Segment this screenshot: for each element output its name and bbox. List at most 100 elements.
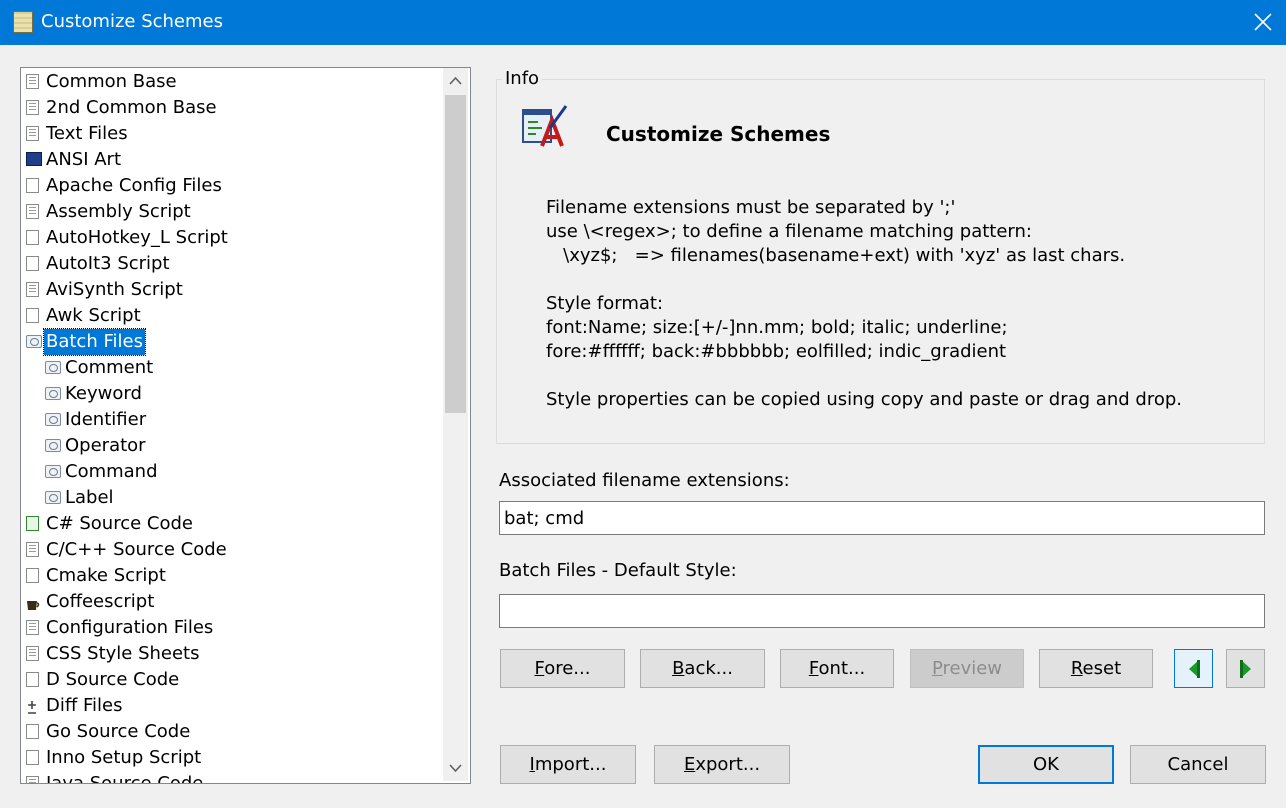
- scheme-tree[interactable]: Common Base 2nd Common Base Text Files ANSI…: [20, 67, 471, 784]
- tree-item-label: Apache Config Files: [46, 175, 222, 196]
- tree-item-label: CSS Style Sheets: [46, 643, 200, 664]
- tree-item[interactable]: Comment: [21, 355, 441, 381]
- tree-item-label: Go Source Code: [46, 721, 191, 742]
- document-lines-icon: [26, 282, 39, 297]
- tree-item-label: Keyword: [65, 383, 142, 404]
- tree-item[interactable]: Go Source Code: [21, 719, 441, 745]
- chevron-up-icon: [449, 76, 462, 85]
- tree-item[interactable]: Inno Setup Script: [21, 745, 441, 771]
- scroll-up-button[interactable]: [443, 70, 468, 94]
- back-button[interactable]: Back...: [640, 649, 765, 688]
- tree-item[interactable]: Label: [21, 485, 441, 511]
- tree-item-label: Coffeescript: [46, 591, 155, 612]
- extensions-input[interactable]: bat; cmd: [499, 501, 1265, 535]
- style-icon: [45, 361, 61, 374]
- tree-item[interactable]: CSS Style Sheets: [21, 641, 441, 667]
- document-icon: [26, 724, 39, 739]
- tree-item-label: ANSI Art: [46, 149, 122, 170]
- tree-item[interactable]: Common Base: [21, 69, 441, 95]
- tree-item-label: Java Source Code: [46, 773, 204, 784]
- style-label: Batch Files - Default Style:: [499, 560, 737, 581]
- document-lines-icon: [26, 542, 39, 557]
- tree-item[interactable]: AviSynth Script: [21, 277, 441, 303]
- info-line: \xyz$; => filenames(basename+ext) with '…: [546, 245, 1126, 266]
- document-icon: [26, 178, 39, 193]
- document-icon: [26, 750, 39, 765]
- scroll-down-button[interactable]: [443, 758, 468, 782]
- tree-item[interactable]: C/C++ Source Code: [21, 537, 441, 563]
- tree-item[interactable]: Apache Config Files: [21, 173, 441, 199]
- tree-item-label: Inno Setup Script: [46, 747, 202, 768]
- info-line: Filename extensions must be separated by…: [546, 197, 956, 218]
- tree-item[interactable]: C# Source Code: [21, 511, 441, 537]
- tree-item[interactable]: D Source Code: [21, 667, 441, 693]
- tree-item-label: C/C++ Source Code: [46, 539, 227, 560]
- tree-item-label: Comment: [65, 357, 154, 378]
- extensions-label: Associated filename extensions:: [499, 470, 790, 491]
- tree-item-label: Command: [65, 461, 158, 482]
- title-bar: Customize Schemes: [0, 0, 1286, 45]
- document-asm-icon: [26, 204, 39, 219]
- tree-item-label: AviSynth Script: [46, 279, 183, 300]
- next-style-button[interactable]: [1226, 649, 1265, 688]
- preview-button[interactable]: Preview: [910, 649, 1024, 688]
- tree-item-label: Configuration Files: [46, 617, 214, 638]
- tree-item[interactable]: Text Files: [21, 121, 441, 147]
- style-icon: [45, 439, 61, 452]
- info-line: font:Name; size:[+/-]nn.mm; bold; italic…: [546, 317, 1008, 338]
- tree-item[interactable]: Configuration Files: [21, 615, 441, 641]
- info-line: use \<regex>; to define a filename match…: [546, 221, 1032, 242]
- reset-button[interactable]: Reset: [1039, 649, 1153, 688]
- scroll-thumb[interactable]: [445, 95, 466, 413]
- document-lines-icon: [26, 74, 39, 89]
- chevron-down-icon: [449, 764, 462, 773]
- tree-item-label: Cmake Script: [46, 565, 166, 586]
- style-input[interactable]: [499, 594, 1265, 628]
- green-arrow-left-icon: [1189, 660, 1200, 678]
- tree-item[interactable]: Cmake Script: [21, 563, 441, 589]
- export-button[interactable]: Export...: [654, 745, 790, 784]
- tree-item-label: Operator: [65, 435, 146, 456]
- tree-item[interactable]: Batch Files: [21, 328, 441, 356]
- tree-item[interactable]: Java Source Code: [21, 771, 441, 784]
- tree-item[interactable]: Operator: [21, 433, 441, 459]
- tree-item-label: Diff Files: [46, 695, 123, 716]
- tree-item[interactable]: Keyword: [21, 381, 441, 407]
- tree-item-label: Text Files: [46, 123, 128, 144]
- tree-item-label: C# Source Code: [46, 513, 193, 534]
- tree-item[interactable]: Assembly Script: [21, 199, 441, 225]
- cancel-button[interactable]: Cancel: [1130, 745, 1266, 784]
- tree-item-label: Label: [65, 487, 114, 508]
- style-icon: [45, 491, 61, 504]
- previous-style-button[interactable]: [1174, 649, 1213, 688]
- fore-button[interactable]: Fore...: [500, 649, 625, 688]
- ok-button[interactable]: OK: [978, 745, 1114, 784]
- document-icon: [26, 256, 39, 271]
- tree-scrollbar[interactable]: [443, 68, 468, 781]
- tree-item-label: Assembly Script: [46, 201, 191, 222]
- tree-item[interactable]: 2nd Common Base: [21, 95, 441, 121]
- document-java-icon: [26, 776, 39, 783]
- diff-icon: [26, 698, 39, 714]
- tree-item[interactable]: Identifier: [21, 407, 441, 433]
- style-icon: [45, 465, 61, 478]
- tree-item-label: Common Base: [46, 71, 177, 92]
- tree-item[interactable]: AutoIt3 Script: [21, 251, 441, 277]
- font-button[interactable]: Font...: [780, 649, 894, 688]
- close-button[interactable]: [1240, 0, 1286, 45]
- document-lines-icon: [26, 100, 39, 115]
- tree-item[interactable]: Command: [21, 459, 441, 485]
- tree-item[interactable]: Diff Files: [21, 693, 441, 719]
- cup-icon: [26, 594, 40, 610]
- window-title: Customize Schemes: [41, 11, 223, 32]
- tree-item[interactable]: Awk Script: [21, 303, 441, 329]
- tree-item[interactable]: ANSI Art: [21, 147, 441, 173]
- tree-item[interactable]: AutoHotkey_L Script: [21, 225, 441, 251]
- customize-schemes-icon: [520, 102, 572, 157]
- import-button[interactable]: Import...: [500, 745, 636, 784]
- tree-item[interactable]: Coffeescript: [21, 589, 441, 615]
- tree-item-label: Batch Files: [43, 328, 146, 356]
- style-icon: [45, 387, 61, 400]
- monitor-icon: [26, 152, 42, 166]
- document-icon: [26, 672, 39, 687]
